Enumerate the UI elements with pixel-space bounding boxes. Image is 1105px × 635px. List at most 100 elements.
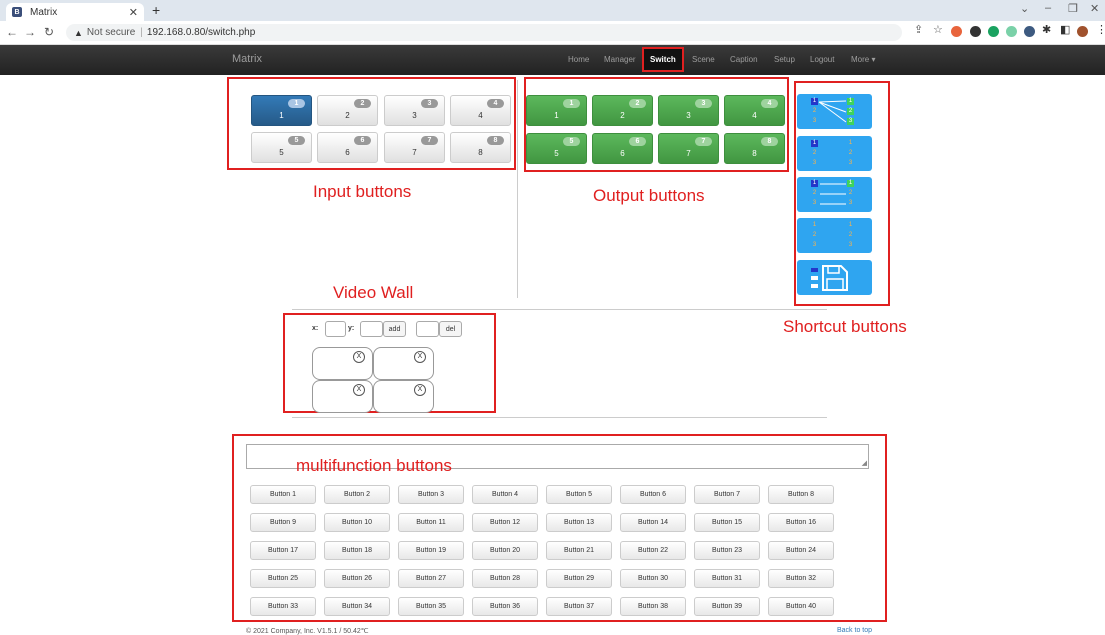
browser-menu-icon[interactable]: ⋮ [1096, 25, 1105, 36]
multifunction-button-4[interactable]: Button 4 [472, 485, 538, 504]
multifunction-button-19[interactable]: Button 19 [398, 541, 464, 560]
input-button-7[interactable]: 77 [384, 132, 445, 163]
extensions-puzzle-icon[interactable]: ✱ [1042, 25, 1053, 36]
input-button-3[interactable]: 33 [384, 95, 445, 126]
output-button-4[interactable]: 44 [724, 95, 785, 126]
tab-search-icon[interactable]: ⌄ [1020, 2, 1029, 15]
videowall-cell[interactable]: X [312, 380, 373, 413]
multifunction-button-11[interactable]: Button 11 [398, 513, 464, 532]
output-button-1[interactable]: 11 [526, 95, 587, 126]
multifunction-button-33[interactable]: Button 33 [250, 597, 316, 616]
y-input[interactable] [360, 321, 383, 337]
close-cell-icon[interactable]: X [353, 351, 365, 363]
multifunction-button-30[interactable]: Button 30 [620, 569, 686, 588]
nav-more-dropdown[interactable]: More ▾ [851, 55, 875, 64]
bookmark-star-icon[interactable]: ☆ [933, 25, 944, 36]
x-input[interactable] [325, 321, 346, 337]
multifunction-button-8[interactable]: Button 8 [768, 485, 834, 504]
multifunction-button-9[interactable]: Button 9 [250, 513, 316, 532]
multifunction-button-13[interactable]: Button 13 [546, 513, 612, 532]
window-close-icon[interactable]: ✕ [1090, 2, 1099, 15]
output-button-6[interactable]: 66 [592, 133, 653, 164]
multifunction-button-38[interactable]: Button 38 [620, 597, 686, 616]
output-button-7[interactable]: 77 [658, 133, 719, 164]
address-bar[interactable]: ▲ Not secure | 192.168.0.80/switch.php [66, 24, 902, 41]
close-cell-icon[interactable]: X [414, 384, 426, 396]
shortcut-one-to-one-button[interactable]: 1 2 3 1 2 3 [797, 177, 872, 212]
nav-switch[interactable]: Switch [642, 47, 684, 72]
input-button-2[interactable]: 22 [317, 95, 378, 126]
add-button[interactable]: add [383, 321, 406, 337]
del-input[interactable] [416, 321, 439, 337]
share-icon[interactable]: ⇪ [914, 25, 925, 36]
multifunction-button-35[interactable]: Button 35 [398, 597, 464, 616]
multifunction-button-26[interactable]: Button 26 [324, 569, 390, 588]
close-cell-icon[interactable]: X [414, 351, 426, 363]
back-icon[interactable]: ← [6, 25, 18, 39]
new-tab-icon[interactable]: + [152, 3, 160, 17]
multifunction-button-39[interactable]: Button 39 [694, 597, 760, 616]
shortcut-save-button[interactable] [797, 260, 872, 295]
extension-icon[interactable] [1006, 26, 1017, 37]
multifunction-button-27[interactable]: Button 27 [398, 569, 464, 588]
multifunction-button-15[interactable]: Button 15 [694, 513, 760, 532]
extension-icon[interactable] [951, 26, 962, 37]
multifunction-button-2[interactable]: Button 2 [324, 485, 390, 504]
multifunction-button-28[interactable]: Button 28 [472, 569, 538, 588]
extension-icon[interactable] [988, 26, 999, 37]
extension-icon[interactable] [1024, 26, 1035, 37]
multifunction-button-5[interactable]: Button 5 [546, 485, 612, 504]
videowall-cell[interactable]: X [373, 347, 434, 380]
minimize-icon[interactable]: – [1045, 2, 1051, 14]
multifunction-button-6[interactable]: Button 6 [620, 485, 686, 504]
side-panel-icon[interactable]: ◧ [1060, 25, 1071, 36]
multifunction-button-32[interactable]: Button 32 [768, 569, 834, 588]
nav-manager[interactable]: Manager [604, 55, 636, 64]
navbar-brand[interactable]: Matrix [232, 53, 262, 65]
back-to-top-link[interactable]: Back to top [837, 627, 872, 634]
multifunction-button-36[interactable]: Button 36 [472, 597, 538, 616]
output-button-3[interactable]: 33 [658, 95, 719, 126]
nav-scene[interactable]: Scene [692, 55, 715, 64]
multifunction-button-23[interactable]: Button 23 [694, 541, 760, 560]
nav-caption[interactable]: Caption [730, 55, 758, 64]
nav-logout[interactable]: Logout [810, 55, 834, 64]
shortcut-unlink-button[interactable]: 1 2 3 1 2 3 [797, 218, 872, 253]
browser-tab[interactable]: B Matrix ✕ [6, 3, 144, 21]
multifunction-button-37[interactable]: Button 37 [546, 597, 612, 616]
output-button-8[interactable]: 88 [724, 133, 785, 164]
close-cell-icon[interactable]: X [353, 384, 365, 396]
multifunction-button-10[interactable]: Button 10 [324, 513, 390, 532]
reload-icon[interactable]: ↻ [44, 25, 54, 39]
multifunction-button-16[interactable]: Button 16 [768, 513, 834, 532]
nav-setup[interactable]: Setup [774, 55, 795, 64]
multifunction-button-29[interactable]: Button 29 [546, 569, 612, 588]
forward-icon[interactable]: → [24, 25, 36, 39]
input-button-6[interactable]: 66 [317, 132, 378, 163]
shortcut-clear-button[interactable]: 1 2 3 1 2 3 [797, 136, 872, 171]
output-button-2[interactable]: 22 [592, 95, 653, 126]
shortcut-cross-route-button[interactable]: 1 2 3 1 2 3 [797, 94, 872, 129]
multifunction-button-40[interactable]: Button 40 [768, 597, 834, 616]
multifunction-button-14[interactable]: Button 14 [620, 513, 686, 532]
close-tab-icon[interactable]: ✕ [129, 6, 138, 19]
multifunction-button-18[interactable]: Button 18 [324, 541, 390, 560]
input-button-8[interactable]: 88 [450, 132, 511, 163]
output-button-5[interactable]: 55 [526, 133, 587, 164]
multifunction-button-3[interactable]: Button 3 [398, 485, 464, 504]
multifunction-button-21[interactable]: Button 21 [546, 541, 612, 560]
restore-icon[interactable]: ❐ [1068, 2, 1078, 15]
multifunction-button-24[interactable]: Button 24 [768, 541, 834, 560]
del-button[interactable]: del [439, 321, 462, 337]
multifunction-button-1[interactable]: Button 1 [250, 485, 316, 504]
multifunction-button-25[interactable]: Button 25 [250, 569, 316, 588]
nav-home[interactable]: Home [568, 55, 589, 64]
multifunction-button-31[interactable]: Button 31 [694, 569, 760, 588]
multifunction-button-34[interactable]: Button 34 [324, 597, 390, 616]
videowall-cell[interactable]: X [312, 347, 373, 380]
profile-avatar[interactable] [1077, 26, 1088, 37]
extension-icon[interactable] [970, 26, 981, 37]
multifunction-button-12[interactable]: Button 12 [472, 513, 538, 532]
resize-grip-icon[interactable]: ◢ [862, 460, 867, 467]
multifunction-button-7[interactable]: Button 7 [694, 485, 760, 504]
